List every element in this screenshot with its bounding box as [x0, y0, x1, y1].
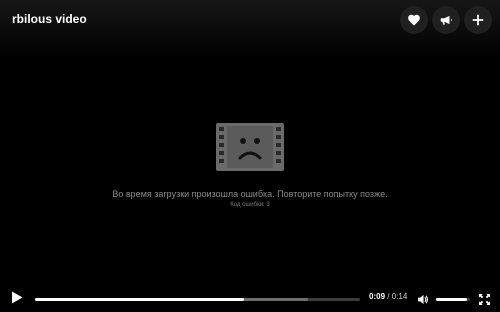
- time-display: 0:09 / 0:14: [369, 292, 407, 301]
- megaphone-icon: [440, 15, 452, 25]
- add-button[interactable]: [464, 6, 492, 34]
- like-button[interactable]: [400, 6, 428, 34]
- control-bar: 0:09 / 0:14: [0, 284, 500, 312]
- video-title[interactable]: rbilous video: [12, 12, 87, 26]
- fullscreen-icon: [479, 294, 490, 305]
- volume-slider[interactable]: [436, 298, 470, 301]
- progress-fill: [35, 298, 244, 301]
- plus-icon: [472, 14, 484, 26]
- error-panel: Во время загрузки произошла ошибка. Повт…: [0, 123, 500, 208]
- volume-icon: [418, 294, 428, 305]
- volume-button[interactable]: [418, 292, 429, 305]
- sad-film-icon: [216, 123, 284, 171]
- error-message: Во время загрузки произошла ошибка. Повт…: [112, 189, 388, 199]
- share-button[interactable]: [432, 6, 460, 34]
- video-player[interactable]: rbilous video Во время загрузки произошл…: [0, 0, 500, 312]
- top-actions: [400, 6, 492, 34]
- error-code: Код ошибки: 3: [230, 202, 270, 208]
- progress-bar[interactable]: [35, 298, 360, 301]
- play-button[interactable]: [11, 291, 23, 304]
- play-icon: [12, 291, 23, 304]
- duration: 0:14: [391, 292, 408, 301]
- volume-fill: [436, 298, 467, 301]
- heart-icon: [408, 14, 420, 26]
- fullscreen-button[interactable]: [479, 292, 490, 305]
- time-separator: /: [387, 292, 390, 301]
- current-time: 0:09: [369, 292, 386, 301]
